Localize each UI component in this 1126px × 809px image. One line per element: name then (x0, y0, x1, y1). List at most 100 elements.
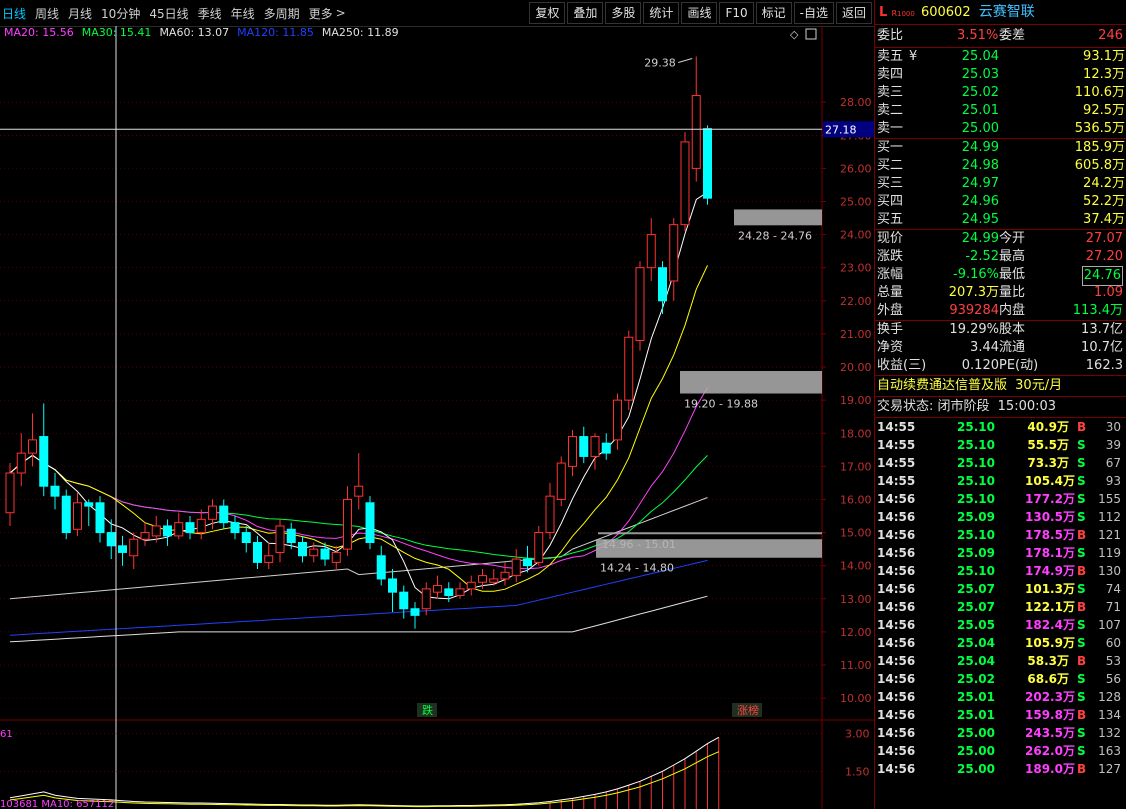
tick-side: S (1077, 492, 1086, 506)
price-tick-label: 26.00 (840, 162, 872, 175)
tick-price: 25.09 (957, 510, 995, 524)
bid-price: 24.97 (961, 176, 999, 191)
tab-period-8[interactable]: 更多 (309, 5, 333, 22)
tick-side: S (1077, 546, 1086, 560)
tick-row[interactable]: 14:56 25.07 122.1万 B 71 (875, 598, 1126, 616)
price-tick-label: 28.00 (840, 96, 872, 109)
tick-count: 60 (1105, 636, 1121, 650)
ask-volume: 536.5万 (1074, 121, 1125, 136)
tick-side: S (1077, 456, 1086, 470)
tick-row[interactable]: 14:55 25.10 105.4万 S 93 (875, 472, 1126, 490)
candle-body (253, 542, 262, 563)
kline-chart[interactable]: 28.0027.0026.0025.0024.0023.0022.0021.00… (0, 26, 874, 809)
price-tick-label: 25.00 (840, 195, 872, 208)
tick-row[interactable]: 14:55 25.10 73.3万 S 67 (875, 454, 1126, 472)
tick-side: B (1077, 420, 1087, 434)
toolbar-button-8[interactable]: 返回 (835, 2, 872, 24)
tick-volume: 182.4万 (1025, 618, 1075, 632)
ask-row[interactable]: 卖一 25.00 536.5万 (875, 120, 1126, 138)
tick-row[interactable]: 14:56 25.05 182.4万 S 107 (875, 616, 1126, 634)
ask-row[interactable]: 卖二 25.01 92.5万 (875, 102, 1126, 120)
fundamental-value: 0.120 (961, 358, 999, 373)
tick-time: 14:55 (877, 438, 916, 452)
toolbar-button-6[interactable]: 标记 (755, 2, 792, 24)
bid-row[interactable]: 买一 24.99 185.9万 (875, 139, 1126, 157)
bid-price: 24.96 (961, 194, 999, 209)
tick-count: 155 (1098, 492, 1121, 506)
tab-period-3[interactable]: 10分钟 (101, 5, 140, 22)
tab-period-4[interactable]: 45日线 (149, 5, 188, 22)
toolbar-button-5[interactable]: F10 (719, 2, 754, 24)
tick-row[interactable]: 14:56 25.01 159.8万 B 134 (875, 706, 1126, 724)
ma-legend-item: MA250: 11.89 (321, 26, 399, 39)
tick-row[interactable]: 14:56 25.10 178.5万 B 121 (875, 526, 1126, 544)
tick-time: 14:56 (877, 546, 916, 560)
stock-name[interactable]: 云赛智联 (979, 4, 1035, 20)
bid-volume: 37.4万 (1083, 212, 1125, 227)
ask-label: 卖三 (877, 85, 904, 100)
toolbar-buttons: 复权 叠加 多股 统计 画线 F10 标记 -自选 返回 (527, 2, 872, 24)
price-tick-label: 12.00 (840, 626, 872, 639)
ask-row[interactable]: 卖四 25.03 12.3万 (875, 66, 1126, 84)
tick-volume: 122.1万 (1025, 600, 1075, 614)
tick-time: 14:56 (877, 708, 916, 722)
bid-row[interactable]: 买四 24.96 52.2万 (875, 193, 1126, 211)
toolbar-button-3[interactable]: 统计 (643, 2, 680, 24)
bid-row[interactable]: 买二 24.98 605.8万 (875, 157, 1126, 175)
price-tick-label: 11.00 (840, 659, 872, 672)
tick-row[interactable]: 14:56 25.07 101.3万 S 74 (875, 580, 1126, 598)
chevron-right-icon[interactable]: > (336, 6, 346, 20)
tick-row[interactable]: 14:55 25.10 55.5万 S 39 (875, 436, 1126, 454)
bid-label: 买三 (877, 176, 904, 191)
tick-row[interactable]: 14:55 25.10 40.9万 B 30 (875, 418, 1126, 436)
candle-body (703, 128, 712, 199)
fundamental-value: 13.7亿 (1081, 322, 1123, 337)
tick-row[interactable]: 14:56 25.04 58.3万 B 53 (875, 652, 1126, 670)
bid-row[interactable]: 买三 24.97 24.2万 (875, 175, 1126, 193)
tick-row[interactable]: 14:56 25.04 105.9万 S 60 (875, 634, 1126, 652)
ask-price: 25.00 (961, 121, 999, 136)
tab-period-0[interactable]: 日线 (2, 5, 26, 22)
tab-period-2[interactable]: 月线 (68, 5, 92, 22)
tab-period-5[interactable]: 季线 (198, 5, 222, 22)
tick-volume: 202.3万 (1025, 690, 1075, 704)
ask-row[interactable]: 卖三 25.02 110.6万 (875, 84, 1126, 102)
tick-row[interactable]: 14:56 25.01 202.3万 S 128 (875, 688, 1126, 706)
tick-side: S (1077, 582, 1086, 596)
toolbar-button-7[interactable]: -自选 (793, 2, 834, 24)
gap-label: 14.24 - 14.80 (600, 562, 674, 575)
tick-time: 14:56 (877, 492, 916, 506)
ask-row[interactable]: 卖五 ¥25.04 93.1万 (875, 48, 1126, 66)
tick-list[interactable]: 14:55 25.10 40.9万 B 30 14:55 25.10 55.5万 S 39 14:5… (875, 418, 1126, 778)
promo-banner[interactable]: 自动续费通达信普及版 30元/月 (875, 376, 1126, 396)
toolbar-button-1[interactable]: 叠加 (567, 2, 604, 24)
candle-body (309, 548, 319, 557)
tick-side: B (1077, 528, 1087, 542)
tick-row[interactable]: 14:56 25.00 243.5万 S 132 (875, 724, 1126, 742)
tick-row[interactable]: 14:56 25.00 189.0万 B 127 (875, 760, 1126, 778)
candle-body (433, 585, 442, 593)
tick-row[interactable]: 14:56 25.10 177.2万 S 155 (875, 490, 1126, 508)
toolbar-button-0[interactable]: 复权 (529, 2, 566, 24)
toolbar-button-4[interactable]: 画线 (681, 2, 718, 24)
tick-volume: 159.8万 (1025, 708, 1075, 722)
tick-row[interactable]: 14:56 25.09 130.5万 S 112 (875, 508, 1126, 526)
tick-time: 14:56 (877, 582, 916, 596)
diamond-icon: ◇ (790, 28, 799, 41)
tick-price: 25.05 (957, 618, 995, 632)
toolbar-button-2[interactable]: 多股 (605, 2, 642, 24)
candle-body (354, 485, 364, 497)
tab-period-6[interactable]: 年线 (231, 5, 255, 22)
tick-side: S (1077, 636, 1086, 650)
tick-row[interactable]: 14:56 25.02 68.6万 S 56 (875, 670, 1126, 688)
tab-period-7[interactable]: 多周期 (264, 5, 300, 22)
tick-row[interactable]: 14:56 25.09 178.1万 S 119 (875, 544, 1126, 562)
candle-body (410, 608, 420, 616)
bid-row[interactable]: 买五 24.95 37.4万 (875, 211, 1126, 229)
tick-row[interactable]: 14:56 25.00 262.0万 S 163 (875, 742, 1126, 760)
candle-body (365, 502, 375, 544)
tick-price: 25.00 (957, 726, 995, 740)
tab-period-1[interactable]: 周线 (35, 5, 59, 22)
tick-row[interactable]: 14:56 25.10 174.9万 B 130 (875, 562, 1126, 580)
quote-label: 量比 (999, 285, 1026, 300)
